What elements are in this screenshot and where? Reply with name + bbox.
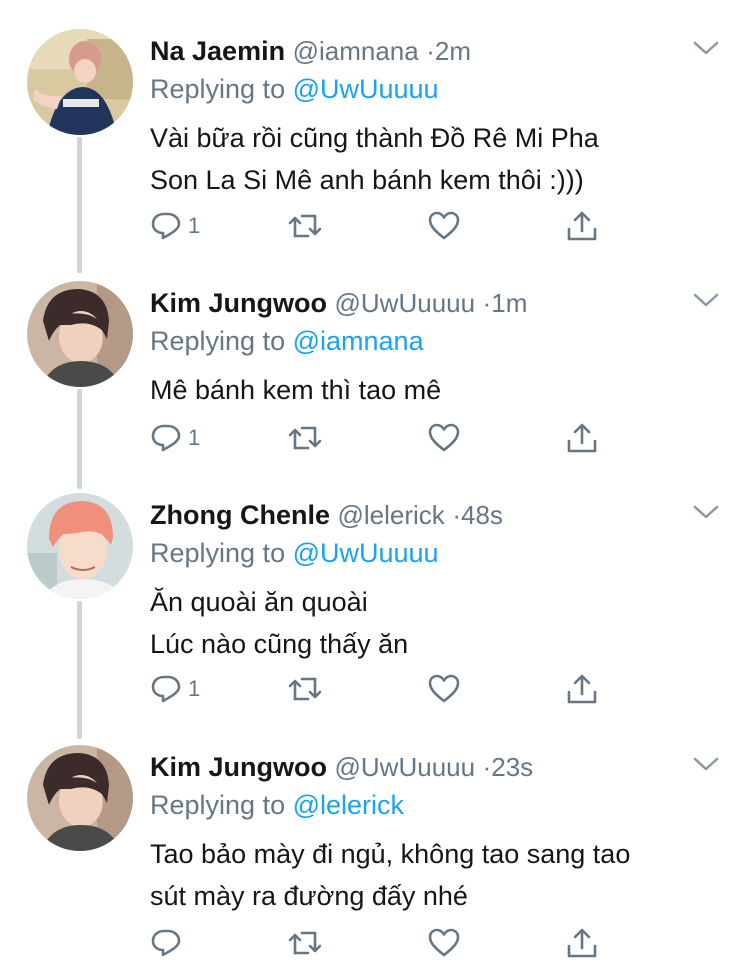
- retweet-button[interactable]: [286, 418, 324, 458]
- timestamp[interactable]: 1m: [491, 288, 527, 318]
- heart-icon: [428, 211, 460, 240]
- tweet-text: Tao bảo mày đi ngủ, không tao sang tao s…: [150, 839, 631, 911]
- heart-icon: [428, 928, 460, 957]
- tweet-thread: Na Jaemin @iamnana ·2m Replying to @UwUu…: [0, 0, 750, 975]
- thread-line: [77, 601, 82, 739]
- retweet-button[interactable]: [286, 923, 324, 963]
- replying-to: Replying to @UwUuuuu: [150, 71, 439, 107]
- display-name[interactable]: Kim Jungwoo: [150, 288, 327, 318]
- retweet-button[interactable]: [286, 206, 324, 246]
- tweet-actions: 1: [150, 669, 610, 709]
- share-icon: [567, 928, 597, 958]
- heart-icon: [428, 423, 460, 452]
- retweet-icon: [288, 426, 322, 450]
- share-icon: [567, 211, 597, 241]
- thread-line: [77, 389, 82, 489]
- avatar[interactable]: [27, 281, 133, 387]
- timestamp[interactable]: 2m: [435, 36, 471, 66]
- tweet-header: Kim Jungwoo @UwUuuuu ·23s: [150, 749, 690, 785]
- reply-count: 1: [188, 676, 201, 701]
- timestamp[interactable]: 23s: [491, 752, 533, 782]
- chevron-down-icon[interactable]: [692, 39, 720, 57]
- share-button[interactable]: [565, 923, 599, 963]
- display-name[interactable]: Zhong Chenle: [150, 500, 330, 530]
- replying-label: Replying to: [150, 326, 286, 356]
- display-name[interactable]: Na Jaemin: [150, 36, 285, 66]
- separator-dot: ·: [452, 500, 461, 530]
- chevron-down-icon[interactable]: [692, 291, 720, 309]
- share-button[interactable]: [565, 206, 599, 246]
- replying-label: Replying to: [150, 74, 286, 104]
- timestamp[interactable]: 48s: [461, 500, 503, 530]
- reply-button[interactable]: 1: [150, 206, 200, 246]
- retweet-icon: [288, 677, 322, 701]
- share-icon: [567, 423, 597, 453]
- tweet-header: Zhong Chenle @lelerick ·48s: [150, 497, 690, 533]
- user-handle[interactable]: @iamnana: [293, 36, 419, 66]
- chevron-down-icon[interactable]: [692, 755, 720, 773]
- like-button[interactable]: [427, 923, 461, 963]
- reply-icon: [151, 929, 181, 957]
- mention-link[interactable]: @lelerick: [293, 790, 404, 820]
- replying-label: Replying to: [150, 790, 286, 820]
- replying-to: Replying to @UwUuuuu: [150, 535, 439, 571]
- separator-dot: ·: [482, 288, 492, 318]
- tweet-header: Kim Jungwoo @UwUuuuu ·1m: [150, 285, 690, 321]
- like-button[interactable]: [427, 206, 461, 246]
- tweet-actions: 1: [150, 418, 610, 458]
- display-name[interactable]: Kim Jungwoo: [150, 752, 327, 782]
- heart-icon: [428, 674, 460, 703]
- tweet-actions: [150, 923, 610, 963]
- like-button[interactable]: [427, 418, 461, 458]
- avatar[interactable]: [27, 745, 133, 851]
- retweet-icon: [288, 214, 322, 238]
- like-button[interactable]: [427, 669, 461, 709]
- mention-link[interactable]: @UwUuuuu: [293, 538, 439, 568]
- reply-count: 1: [188, 213, 201, 238]
- mention-link[interactable]: @UwUuuuu: [293, 74, 439, 104]
- avatar[interactable]: [27, 29, 133, 135]
- mention-link[interactable]: @iamnana: [293, 326, 424, 356]
- reply-button[interactable]: 1: [150, 418, 200, 458]
- tweet-actions: 1: [150, 206, 610, 246]
- replying-to: Replying to @lelerick: [150, 787, 404, 823]
- retweet-button[interactable]: [286, 669, 324, 709]
- tweet-text: Mê bánh kem thì tao mê: [150, 375, 442, 405]
- reply-count: 1: [188, 425, 201, 450]
- retweet-icon: [288, 931, 322, 955]
- share-button[interactable]: [565, 669, 599, 709]
- separator-dot: ·: [426, 36, 435, 66]
- chevron-down-icon[interactable]: [692, 503, 720, 521]
- share-icon: [567, 674, 597, 704]
- reply-icon: [151, 675, 181, 703]
- tweet-text: Ăn quoài ăn quoài Lúc nào cũng thấy ăn: [150, 587, 409, 659]
- separator-dot: ·: [482, 752, 492, 782]
- tweet-header: Na Jaemin @iamnana ·2m: [150, 33, 690, 69]
- user-handle[interactable]: @UwUuuuu: [335, 752, 476, 782]
- thread-line: [77, 137, 82, 273]
- reply-button[interactable]: [150, 923, 188, 963]
- replying-label: Replying to: [150, 538, 286, 568]
- share-button[interactable]: [565, 418, 599, 458]
- user-handle[interactable]: @lelerick: [338, 500, 445, 530]
- tweet-text: Vài bữa rồi cũng thành Đồ Rê Mi Pha Son …: [150, 123, 599, 195]
- user-handle[interactable]: @UwUuuuu: [335, 288, 476, 318]
- reply-icon: [151, 424, 181, 452]
- replying-to: Replying to @iamnana: [150, 323, 424, 359]
- reply-button[interactable]: 1: [150, 669, 200, 709]
- reply-icon: [151, 212, 181, 240]
- avatar[interactable]: [27, 493, 133, 599]
